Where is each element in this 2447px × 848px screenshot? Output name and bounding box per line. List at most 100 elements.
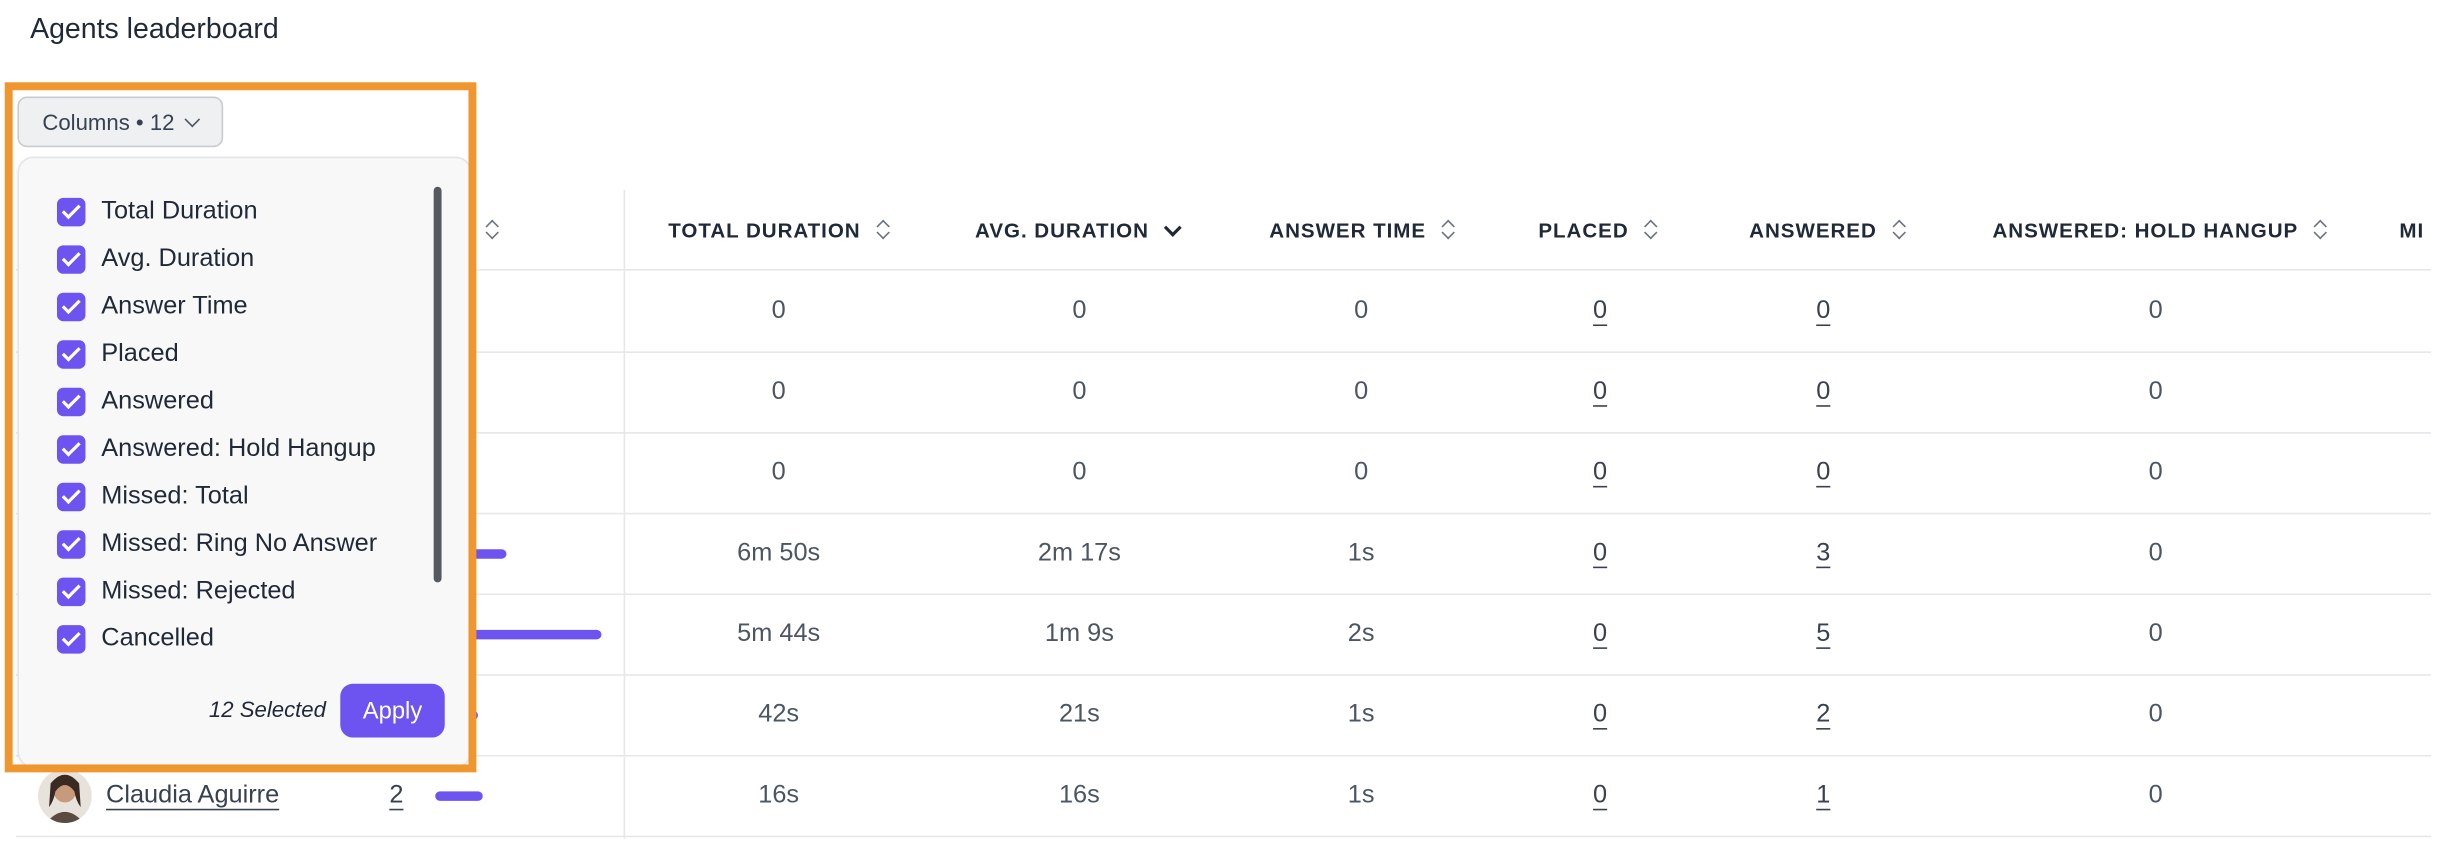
cell-placed-value[interactable]: 0 — [1593, 539, 1607, 567]
cell-avg-duration-value: 21s — [1058, 700, 1100, 728]
column-header-answered-hold-hangup[interactable]: ANSWERED: HOLD HANGUP — [1970, 190, 2350, 269]
cell-answered-value[interactable]: 0 — [1816, 297, 1830, 325]
cell-hold-hangup: 0 — [2061, 674, 2251, 755]
cell-hold-hangup: 0 — [2061, 755, 2251, 836]
column-option[interactable]: Avg. Duration — [56, 241, 254, 279]
cell-answered[interactable]: 0 — [1728, 432, 1918, 513]
column-option-label: Missed: Rejected — [101, 577, 296, 605]
column-option-label: Answer Time — [101, 292, 248, 320]
cell-answered[interactable]: 3 — [1728, 513, 1918, 594]
cell-avg-duration: 21s — [984, 674, 1174, 755]
cell-answer-time-value: 1s — [1347, 700, 1375, 728]
cell-answered-value[interactable]: 3 — [1816, 539, 1830, 567]
checkbox-checked-icon[interactable] — [56, 577, 86, 607]
cell-hold-hangup: 0 — [2061, 271, 2251, 352]
cell-avg-duration-value: 0 — [1072, 377, 1087, 405]
cell-answer-time: 1s — [1266, 674, 1456, 755]
cell-placed-value[interactable]: 0 — [1593, 297, 1607, 325]
sort-icon — [875, 218, 891, 240]
scrollbar[interactable] — [433, 186, 442, 583]
cell-answer-time-value: 0 — [1354, 458, 1369, 486]
checkbox-checked-icon[interactable] — [56, 340, 86, 369]
cell-total-duration-value: 6m 50s — [737, 538, 821, 566]
cell-placed[interactable]: 0 — [1505, 674, 1695, 755]
column-option-label: Total Duration — [101, 197, 258, 225]
column-header-avg-duration[interactable]: AVG. DURATION — [946, 190, 1207, 269]
columns-dropdown-button[interactable]: Columns • 12 — [17, 96, 224, 148]
cell-placed[interactable]: 0 — [1505, 513, 1695, 594]
cell-answered[interactable]: 0 — [1728, 271, 1918, 352]
cell-answer-time: 1s — [1266, 513, 1456, 594]
cell-placed[interactable]: 0 — [1505, 271, 1695, 352]
column-option-label: Missed: Total — [101, 482, 249, 510]
cell-placed[interactable]: 0 — [1505, 755, 1695, 836]
column-option[interactable]: Placed — [56, 336, 179, 374]
column-option-label: Cancelled — [101, 625, 214, 653]
agent-name-link[interactable]: Claudia Aguirre — [106, 781, 279, 809]
cell-answered[interactable]: 1 — [1728, 755, 1918, 836]
checkbox-checked-icon[interactable] — [56, 435, 86, 464]
column-option[interactable]: Cancelled — [56, 620, 214, 658]
cell-answered[interactable]: 2 — [1728, 674, 1918, 755]
cell-total-duration-value: 0 — [771, 296, 786, 324]
column-header-answered[interactable]: ANSWERED — [1717, 190, 1939, 269]
columns-popover: Total Duration Avg. Duration Answer Time Pl… — [17, 156, 472, 768]
column-option-label: Answered: Hold Hangup — [101, 435, 376, 463]
cell-placed-value[interactable]: 0 — [1593, 377, 1607, 405]
cell-total-duration-value: 5m 44s — [737, 619, 821, 647]
sort-icon — [1440, 218, 1456, 240]
cell-placed[interactable]: 0 — [1505, 594, 1695, 675]
checkbox-checked-icon[interactable] — [56, 197, 86, 227]
sort-descending-icon — [1163, 218, 1179, 240]
column-header-placed[interactable]: PLACED — [1510, 190, 1687, 269]
checkbox-checked-icon[interactable] — [56, 482, 86, 512]
cell-answered-value[interactable]: 0 — [1816, 377, 1830, 405]
sort-icon — [1643, 218, 1659, 240]
checkbox-checked-icon[interactable] — [56, 387, 86, 417]
sort-icon — [2312, 218, 2328, 240]
cell-total-duration: 0 — [684, 432, 874, 513]
calls-bar — [468, 549, 507, 559]
checkbox-checked-icon[interactable] — [56, 292, 86, 322]
checkbox-checked-icon[interactable] — [56, 530, 86, 559]
cell-avg-duration: 1m 9s — [984, 594, 1174, 675]
cell-hold-hangup-value: 0 — [2148, 700, 2163, 728]
column-option[interactable]: Answered: Hold Hangup — [56, 430, 376, 468]
cell-answer-time-value: 1s — [1347, 781, 1375, 808]
cell-answered[interactable]: 0 — [1728, 351, 1918, 432]
cell-placed-value[interactable]: 0 — [1593, 700, 1607, 728]
cell-hold-hangup: 0 — [2061, 351, 2251, 432]
column-option[interactable]: Missed: Rejected — [56, 573, 296, 611]
column-option[interactable]: Missed: Ring No Answer — [56, 525, 377, 563]
apply-button[interactable]: Apply — [340, 683, 445, 738]
chevron-down-icon — [184, 110, 201, 127]
column-option[interactable]: Answer Time — [56, 288, 248, 326]
cell-answered-value[interactable]: 2 — [1816, 700, 1830, 728]
column-option[interactable]: Missed: Total — [56, 478, 249, 516]
column-option[interactable]: Total Duration — [56, 193, 258, 231]
cell-placed-value[interactable]: 0 — [1593, 458, 1607, 486]
cell-answered-value[interactable]: 0 — [1816, 458, 1830, 486]
cell-answer-time: 0 — [1266, 351, 1456, 432]
cell-avg-duration: 0 — [984, 432, 1174, 513]
cell-total-duration-value: 0 — [771, 458, 786, 486]
column-header-total-duration[interactable]: TOTAL DURATION — [641, 190, 918, 269]
cell-answered-value[interactable]: 5 — [1816, 620, 1830, 648]
cell-hold-hangup-value: 0 — [2148, 458, 2163, 486]
selected-count: 12 Selected — [208, 696, 326, 722]
cell-placed[interactable]: 0 — [1505, 432, 1695, 513]
column-header-missed[interactable]: MI — [2399, 190, 2431, 269]
cell-answer-time-value: 0 — [1354, 377, 1369, 405]
column-header-answer-time[interactable]: ANSWER TIME — [1238, 190, 1488, 269]
cell-placed[interactable]: 0 — [1505, 351, 1695, 432]
column-option[interactable]: Answered — [56, 383, 214, 421]
cell-answer-time: 2s — [1266, 594, 1456, 675]
cell-placed-value[interactable]: 0 — [1593, 620, 1607, 648]
column-option-label: Placed — [101, 340, 179, 368]
checkbox-checked-icon[interactable] — [56, 625, 86, 654]
cell-avg-duration: 0 — [984, 351, 1174, 432]
checkbox-checked-icon[interactable] — [56, 245, 86, 274]
cell-answered-value[interactable]: 1 — [1816, 781, 1830, 809]
cell-answered[interactable]: 5 — [1728, 594, 1918, 675]
cell-placed-value[interactable]: 0 — [1593, 781, 1607, 809]
